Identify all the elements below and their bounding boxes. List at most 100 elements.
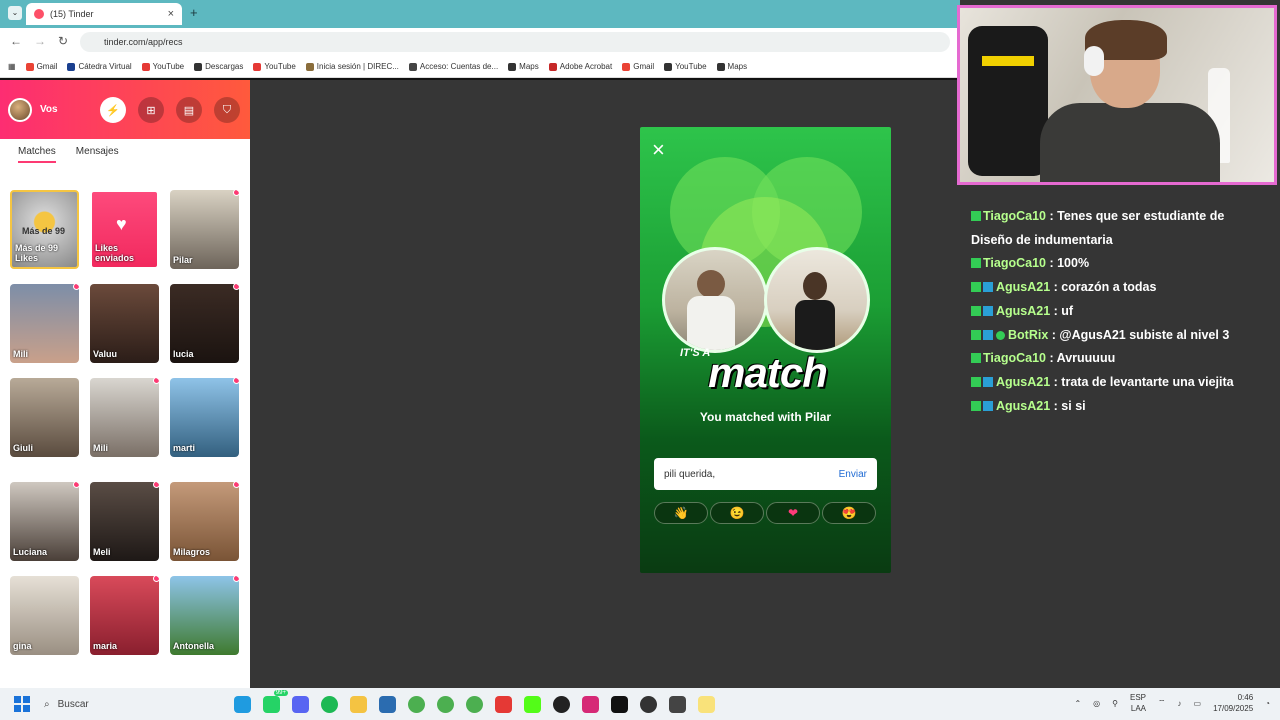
- message-input[interactable]: pili querida, Enviar: [654, 458, 877, 490]
- bookmark-favicon-icon: [716, 62, 725, 71]
- bookmark-favicon-icon: [548, 62, 557, 71]
- folder-icon[interactable]: [350, 695, 367, 713]
- apps-icon[interactable]: ▦: [8, 62, 16, 71]
- youtube-icon[interactable]: [495, 695, 512, 713]
- chat-username[interactable]: TiagoCa10: [983, 351, 1046, 365]
- reload-icon[interactable]: ↻: [58, 34, 68, 48]
- explore-icon[interactable]: ⊞: [138, 97, 164, 123]
- store-icon[interactable]: [379, 695, 396, 713]
- match-card[interactable]: Mili: [90, 378, 159, 457]
- match-modal: × IT'S A match You matched with Pilar pi…: [640, 127, 891, 573]
- tab-list-icon[interactable]: ⌄: [8, 6, 22, 20]
- webcam-overlay: [957, 5, 1277, 185]
- bookmark-favicon-icon: [622, 62, 631, 71]
- edge-icon[interactable]: [234, 695, 251, 713]
- chat-username[interactable]: TiagoCa10: [983, 256, 1046, 270]
- close-icon[interactable]: ×: [652, 139, 665, 161]
- chrome-icon[interactable]: [437, 695, 454, 713]
- kick-icon[interactable]: [524, 695, 541, 713]
- send-button[interactable]: Enviar: [839, 469, 867, 480]
- bookmark-item[interactable]: YouTube: [664, 62, 707, 71]
- battery-icon[interactable]: ▭: [1194, 699, 1202, 708]
- obs-icon[interactable]: [553, 695, 570, 713]
- tab-matches[interactable]: Matches: [18, 146, 56, 163]
- likes-received-card[interactable]: Más de 99 Más de 99 Likes: [10, 190, 79, 269]
- spotify-icon[interactable]: [321, 695, 338, 713]
- bookmark-item[interactable]: Cátedra Virtual: [67, 62, 132, 71]
- instagram-icon[interactable]: [582, 695, 599, 713]
- volume-icon[interactable]: ♪: [1178, 699, 1182, 708]
- match-card[interactable]: Giuli: [10, 378, 79, 457]
- browser-tab[interactable]: (15) Tinder ×: [26, 3, 182, 25]
- wink-emoji-button[interactable]: 😉: [710, 502, 764, 524]
- chat-username[interactable]: AgusA21: [996, 304, 1050, 318]
- chat-username[interactable]: AgusA21: [996, 375, 1050, 389]
- wifi-icon[interactable]: ⌔: [1158, 698, 1166, 708]
- whatsapp-icon[interactable]: 99+: [263, 689, 288, 713]
- windows-start-icon[interactable]: [14, 696, 30, 712]
- match-card[interactable]: Antonella: [170, 576, 239, 655]
- bookmark-item[interactable]: Maps: [716, 62, 747, 71]
- tab-messages[interactable]: Mensajes: [76, 146, 119, 163]
- notifications-icon[interactable]: ◔: [1265, 699, 1270, 708]
- bookmark-item[interactable]: Gmail: [25, 62, 57, 71]
- profile-name[interactable]: Vos: [40, 104, 58, 115]
- chat-line: AgusA21 : si si: [971, 395, 1261, 419]
- avatar[interactable]: [8, 97, 32, 122]
- new-tab-button[interactable]: +: [190, 5, 198, 20]
- network-icon[interactable]: ◎: [1093, 699, 1100, 708]
- language-top: ESP: [1130, 693, 1147, 702]
- chrome-icon[interactable]: [466, 695, 483, 713]
- boost-icon[interactable]: ⚡: [100, 97, 126, 123]
- bookmark-item[interactable]: Inicia sesión | DIREC...: [305, 62, 399, 71]
- bookmark-item[interactable]: YouTube: [253, 62, 296, 71]
- address-bar[interactable]: tinder.com/app/recs: [80, 32, 950, 52]
- forward-icon[interactable]: →: [34, 34, 46, 48]
- wave-emoji-button[interactable]: 👋: [654, 502, 708, 524]
- taskbar: ⌕ Buscar 99+ ⌃ ◎ ⚲ ESP LAA ⌔ ♪ ▭ 0:46 17…: [0, 688, 1280, 720]
- browser-nav-bar: ← → ↻ tinder.com/app/recs: [0, 28, 960, 56]
- chrome-icon[interactable]: [408, 695, 425, 713]
- bookmark-label: Descargas: [205, 62, 244, 71]
- briefcase-icon[interactable]: ▤: [176, 97, 202, 123]
- microphone-icon[interactable]: ⚲: [1112, 699, 1118, 708]
- tab-close-icon[interactable]: ×: [168, 8, 174, 20]
- language-indicator[interactable]: ESP LAA: [1130, 692, 1146, 714]
- match-card[interactable]: gina: [10, 576, 79, 655]
- chat-username[interactable]: BotRix: [1008, 328, 1048, 342]
- clock[interactable]: 0:46 17/09/2025: [1213, 692, 1253, 714]
- back-icon[interactable]: ←: [10, 34, 22, 48]
- shield-icon[interactable]: ⛉: [214, 97, 240, 123]
- match-card[interactable]: Meli: [90, 482, 159, 561]
- notes-icon[interactable]: [698, 695, 715, 713]
- match-card[interactable]: Valuu: [90, 284, 159, 363]
- match-card[interactable]: maria: [90, 576, 159, 655]
- bookmark-item[interactable]: Acceso: Cuentas de...: [408, 62, 498, 71]
- match-card[interactable]: lucia: [170, 284, 239, 363]
- chat-username[interactable]: AgusA21: [996, 280, 1050, 294]
- match-card[interactable]: Pilar: [170, 190, 239, 269]
- chat-username[interactable]: AgusA21: [996, 399, 1050, 413]
- heart-eyes-emoji-button[interactable]: 😍: [822, 502, 876, 524]
- match-card[interactable]: marti: [170, 378, 239, 457]
- bookmark-item[interactable]: Maps: [508, 62, 539, 71]
- heart-emoji-button[interactable]: ❤: [766, 502, 820, 524]
- likes-sent-card[interactable]: ♥ Likes enviados: [90, 190, 159, 269]
- chat-username[interactable]: TiagoCa10: [983, 209, 1046, 223]
- chatgpt-icon[interactable]: [640, 695, 657, 713]
- taskbar-search[interactable]: ⌕ Buscar: [44, 692, 194, 716]
- match-card[interactable]: Luciana: [10, 482, 79, 561]
- match-card[interactable]: Mili: [10, 284, 79, 363]
- match-card[interactable]: Milagros: [170, 482, 239, 561]
- chat-separator: :: [1050, 374, 1062, 389]
- bookmark-item[interactable]: Adobe Acrobat: [548, 62, 612, 71]
- bookmark-item[interactable]: Gmail: [622, 62, 654, 71]
- tiktok-icon[interactable]: [611, 695, 628, 713]
- discord-icon[interactable]: [292, 695, 309, 713]
- app-icon[interactable]: [669, 695, 686, 713]
- bookmark-item[interactable]: Descargas: [194, 62, 243, 71]
- my-photo: [662, 247, 768, 353]
- chevron-up-icon[interactable]: ⌃: [1074, 699, 1081, 708]
- bookmark-item[interactable]: YouTube: [141, 62, 184, 71]
- bookmark-label: Inicia sesión | DIREC...: [316, 62, 399, 71]
